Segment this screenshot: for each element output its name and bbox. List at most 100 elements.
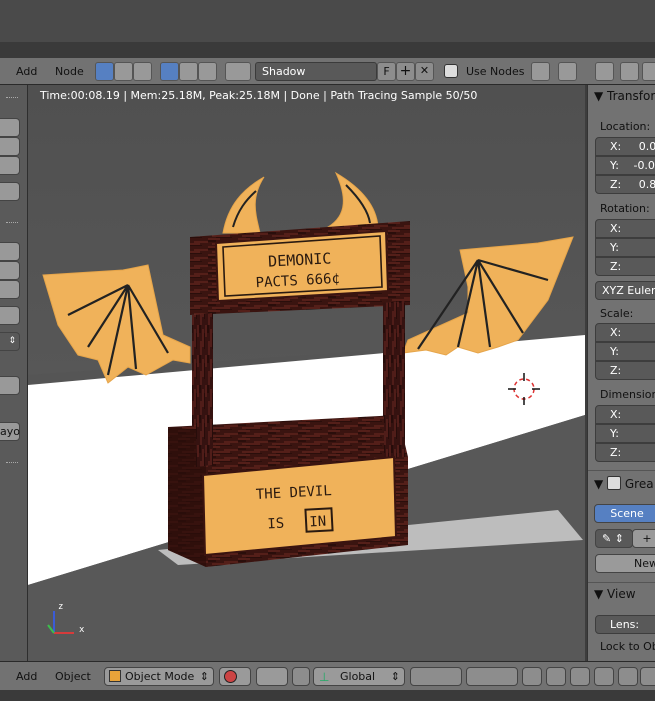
render-info-text: Time:00:08.19 | Mem:25.18M, Peak:25.18M … [40,89,478,102]
scale-label: Scale: [600,307,634,320]
bottom-editor-area [0,690,655,701]
transform-panel-header[interactable]: ▼ Transfor [594,89,655,103]
lens-field[interactable]: Lens: [595,615,655,634]
orientation-dropdown[interactable]: ⊥ Global ⇕ [313,667,405,686]
node-menu[interactable]: Node [55,62,84,81]
render-scene: DEMONIC PACTS 666¢ THE DEVIL IS IN z x [28,85,585,661]
proportional-edit-icon[interactable] [546,667,566,686]
dimensions-y-field[interactable]: Y: [595,424,655,443]
parent-icon[interactable] [558,62,577,81]
tool-button[interactable] [0,376,20,395]
world-icon[interactable] [179,62,198,81]
new-button[interactable]: New [595,554,655,573]
axis-x-label: x [79,625,85,635]
tool-button[interactable] [0,156,20,175]
pivot-dropdown[interactable] [256,667,288,686]
unlink-icon[interactable]: ✕ [415,62,434,81]
layers-icon[interactable] [642,62,655,81]
panel-divider [588,470,655,471]
location-label: Location: [600,120,651,133]
dropdown-arrows-icon: ⇕ [199,670,209,683]
collapse-arrow-icon: ▼ [594,477,608,491]
shader-type-icon[interactable] [95,62,114,81]
link-icon[interactable] [620,62,639,81]
location-z-field[interactable]: Z: 0.8 [595,175,655,194]
rotation-y-field[interactable]: Y: [595,238,655,257]
camera-icon[interactable] [640,667,655,686]
dropdown-arrows-icon: ⇕ [390,670,400,683]
lock-to-object-label: Lock to Obj [600,640,655,653]
material-icon[interactable] [225,62,251,81]
tool-button[interactable] [0,261,20,280]
brush-icon[interactable] [198,62,217,81]
grease-pencil-checkbox[interactable] [607,476,622,490]
layers-grid-left[interactable] [410,667,462,686]
tool-dropdown[interactable]: ⇕ [0,332,20,351]
collapse-arrow-icon: ▼ [594,587,608,601]
render-icon[interactable] [618,667,638,686]
snap-icon[interactable] [570,667,590,686]
booth-right-post-front [384,301,405,459]
shading-dropdown[interactable] [219,667,251,686]
tool-button[interactable] [0,118,20,137]
add-menu[interactable]: Add [16,667,37,686]
rotation-x-field[interactable]: X: [595,219,655,238]
material-name-field[interactable]: Shadow [255,62,377,81]
panel-divider [588,582,655,583]
rotation-z-field[interactable]: Z: [595,257,655,276]
top-editor-area [0,0,655,58]
lock-icon[interactable] [522,667,542,686]
add-menu[interactable]: Add [16,62,37,81]
tool-button-partial[interactable]: ayo [0,422,20,441]
new-material-icon[interactable]: + [396,62,415,81]
pin-icon[interactable] [531,62,550,81]
dimensions-x-field[interactable]: X: [595,405,655,424]
location-x-field[interactable]: X: 0.0 [595,137,655,156]
axis-z-label: z [58,602,63,612]
rotation-label: Rotation: [600,202,650,215]
node-editor-header: Add Node Shadow F + ✕ Use Nodes [0,58,655,85]
panel-grip-icon[interactable] [6,462,18,465]
object-menu[interactable]: Object [55,667,91,686]
use-nodes-label: Use Nodes [466,65,525,78]
location-y-field[interactable]: Y: -0.0 [595,156,655,175]
scene-button[interactable]: Scene [594,504,655,523]
collapse-arrow-icon: ▼ [594,89,608,103]
fake-user-button[interactable]: F [377,62,396,81]
view-panel-header[interactable]: ▼ View [594,587,636,601]
tool-button[interactable] [0,182,20,201]
object-icon[interactable] [160,62,179,81]
pencil-icon[interactable]: ✎ ⇕ [595,529,633,548]
texture-icon[interactable] [133,62,152,81]
booth-left-post-front [196,313,213,467]
add-layer-icon[interactable]: + [632,529,655,548]
top-sign: DEMONIC PACTS 666¢ [214,229,390,303]
panel-grip-icon[interactable] [6,97,18,100]
rotation-mode-dropdown[interactable]: XYZ Euler [595,281,655,300]
bottom-sign-is: IS [267,516,285,533]
scale-z-field[interactable]: Z: [595,361,655,380]
top-sign-line1: DEMONIC [268,249,332,270]
panel-grip-icon[interactable] [6,222,18,225]
scale-y-field[interactable]: Y: [595,342,655,361]
layers-grid-right[interactable] [466,667,518,686]
mode-dropdown[interactable]: Object Mode ⇕ [104,667,214,686]
tool-button[interactable] [0,306,20,325]
compositing-icon[interactable] [114,62,133,81]
screen-icon[interactable] [595,62,614,81]
tool-button[interactable] [0,280,20,299]
tool-button[interactable] [0,242,20,261]
tool-button[interactable] [0,137,20,156]
bottom-sign: THE DEVIL IS IN [201,455,398,557]
grease-pencil-panel-header[interactable]: ▼ Grea [594,476,654,491]
manipulator-toggle-icon[interactable] [292,667,310,686]
tool-shelf: ⇕ ayo [0,85,28,661]
use-nodes-checkbox[interactable] [444,64,458,78]
snap-element-icon[interactable] [594,667,614,686]
scale-x-field[interactable]: X: [595,323,655,342]
dimensions-label: Dimensions [600,388,655,401]
3d-viewport[interactable]: DEMONIC PACTS 666¢ THE DEVIL IS IN z x T… [28,85,585,661]
3d-view-header: Add Object Object Mode ⇕ ⊥ Global ⇕ [0,661,655,690]
properties-panel: ▼ Transfor Location: X: 0.0 Y: -0.0 Z: 0… [587,85,655,661]
dimensions-z-field[interactable]: Z: [595,443,655,462]
